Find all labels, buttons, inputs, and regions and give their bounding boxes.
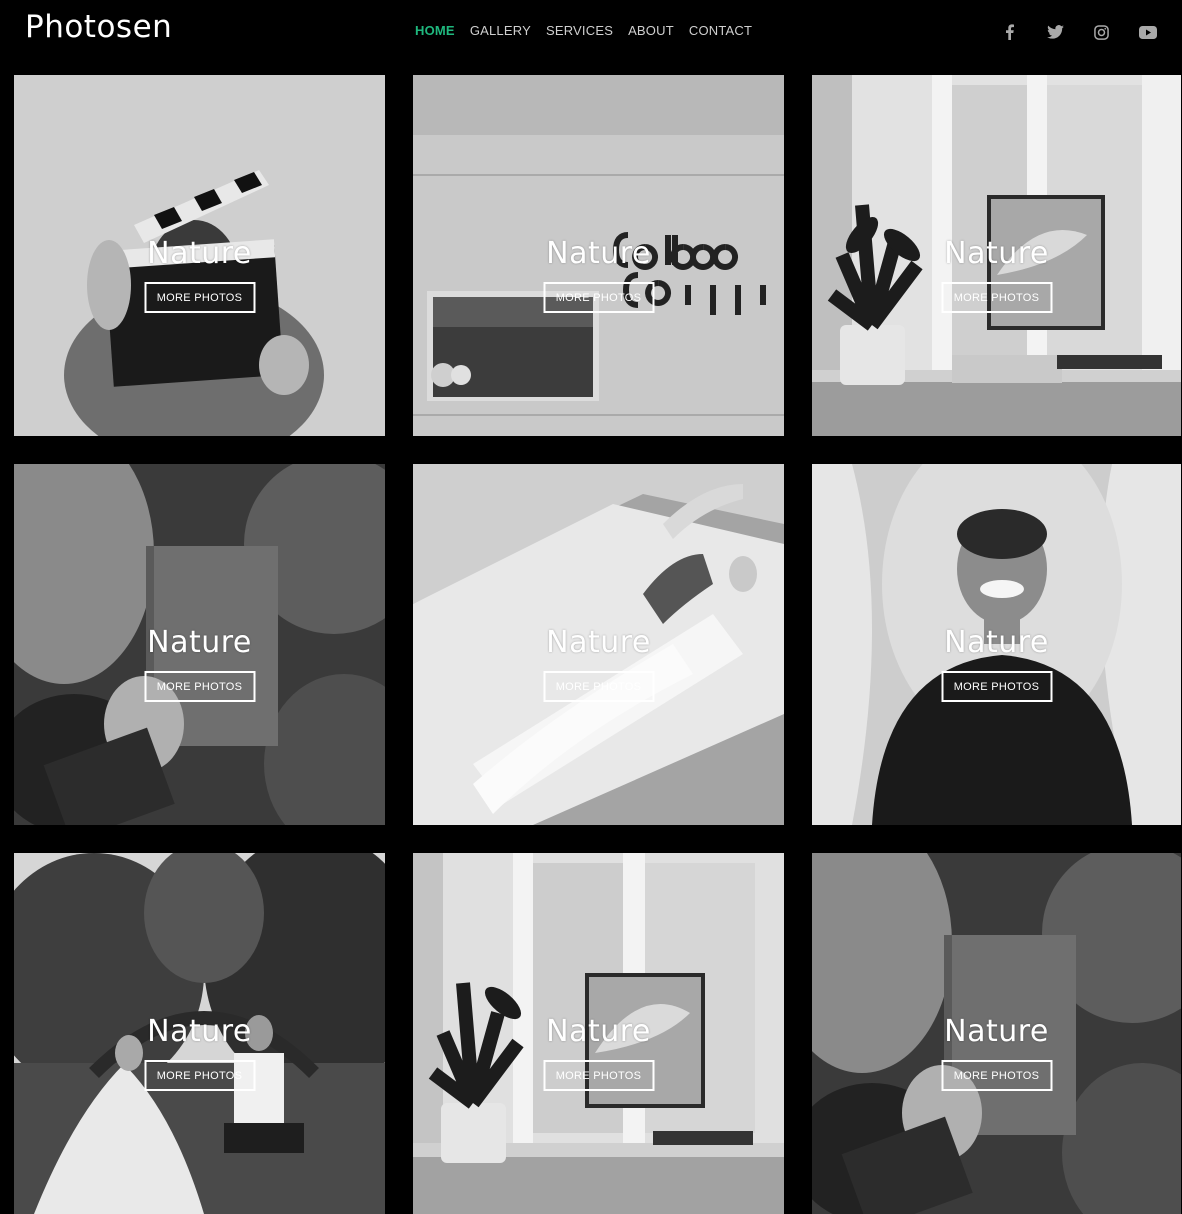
more-photos-button[interactable]: MORE PHOTOS [543,282,654,313]
gallery-tile[interactable]: Nature MORE PHOTOS [14,464,385,825]
facebook-icon[interactable] [997,22,1022,42]
nav-item-services[interactable]: SERVICES [546,23,613,38]
site-header: Photosen HOME GALLERY SERVICES ABOUT CON… [0,0,1182,75]
more-photos-button[interactable]: MORE PHOTOS [543,671,654,702]
more-photos-button[interactable]: MORE PHOTOS [941,671,1052,702]
gallery-tile[interactable]: Nature MORE PHOTOS [413,853,784,1214]
instagram-icon[interactable] [1089,22,1114,42]
tile-title: Nature [413,625,784,660]
more-photos-button[interactable]: MORE PHOTOS [941,1060,1052,1091]
tile-title: Nature [14,1014,385,1049]
more-photos-button[interactable]: MORE PHOTOS [941,282,1052,313]
main-nav: HOME GALLERY SERVICES ABOUT CONTACT [415,23,752,38]
more-photos-button[interactable]: MORE PHOTOS [144,671,255,702]
social-links [997,22,1160,42]
tile-title: Nature [812,1014,1181,1049]
tile-title: Nature [14,625,385,660]
nav-item-about[interactable]: ABOUT [628,23,674,38]
gallery-tile[interactable]: Nature MORE PHOTOS [14,75,385,436]
gallery-tile[interactable]: Nature MORE PHOTOS [413,464,784,825]
more-photos-button[interactable]: MORE PHOTOS [144,282,255,313]
tile-title: Nature [812,236,1181,271]
youtube-icon[interactable] [1135,22,1160,42]
site-logo[interactable]: Photosen [25,9,172,45]
gallery-tile[interactable]: Nature MORE PHOTOS [14,853,385,1214]
nav-item-home[interactable]: HOME [415,23,455,38]
twitter-icon[interactable] [1043,22,1068,42]
photo-gallery: Nature MORE PHOTOS Nature MORE PHOTOS [14,75,1181,1214]
tile-title: Nature [14,236,385,271]
gallery-tile[interactable]: Nature MORE PHOTOS [812,853,1181,1214]
gallery-tile[interactable]: Nature MORE PHOTOS [413,75,784,436]
gallery-tile[interactable]: Nature MORE PHOTOS [812,464,1181,825]
gallery-tile[interactable]: Nature MORE PHOTOS [812,75,1181,436]
nav-item-gallery[interactable]: GALLERY [470,23,531,38]
more-photos-button[interactable]: MORE PHOTOS [144,1060,255,1091]
tile-title: Nature [413,1014,784,1049]
tile-title: Nature [413,236,784,271]
nav-item-contact[interactable]: CONTACT [689,23,752,38]
tile-title: Nature [812,625,1181,660]
more-photos-button[interactable]: MORE PHOTOS [543,1060,654,1091]
